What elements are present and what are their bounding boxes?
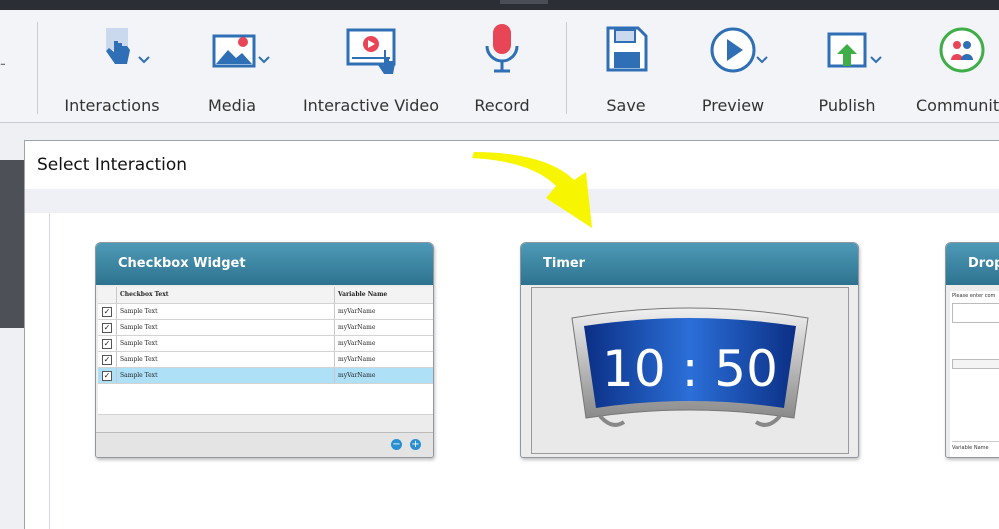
media-label: Media bbox=[207, 96, 257, 115]
timer-display-graphic: 10 : 50 bbox=[571, 307, 809, 427]
chevron-down-icon bbox=[756, 56, 768, 64]
interactions-label: Interactions bbox=[64, 96, 160, 115]
preview-button[interactable]: Preview bbox=[690, 20, 776, 120]
chevron-down-icon bbox=[870, 56, 882, 64]
gallery-left-border bbox=[49, 213, 50, 529]
annotation-arrow-icon bbox=[472, 152, 592, 228]
row-text: Sample Text bbox=[120, 308, 158, 315]
interactive-video-button[interactable]: Interactive Video bbox=[296, 20, 446, 120]
row-variable: myVarName bbox=[338, 356, 376, 363]
row-variable: myVarName bbox=[338, 308, 376, 315]
row-variable: myVarName bbox=[338, 324, 376, 331]
table-header: Checkbox Text Variable Name bbox=[98, 287, 433, 304]
publish-label: Publish bbox=[818, 96, 876, 115]
drop-footer-label: Variable Name bbox=[952, 445, 989, 451]
toolbar-separator bbox=[37, 22, 38, 114]
table-row: ✓ Sample Text myVarName bbox=[98, 320, 433, 336]
checkbox-checked-icon: ✓ bbox=[102, 339, 112, 349]
preview-label: Preview bbox=[701, 96, 765, 115]
record-label: Record bbox=[474, 96, 530, 115]
drop-divider bbox=[952, 441, 999, 442]
interactive-video-label: Interactive Video bbox=[302, 96, 440, 115]
title-bar-notch bbox=[500, 0, 548, 4]
column-header: Variable Name bbox=[338, 291, 388, 298]
row-text: Sample Text bbox=[120, 324, 158, 331]
row-text: Sample Text bbox=[120, 356, 158, 363]
timer-readout: 10 : 50 bbox=[602, 340, 778, 398]
remove-row-icon: − bbox=[391, 439, 402, 450]
row-variable: myVarName bbox=[338, 372, 376, 379]
table-row: ✓ Sample Text myVarName bbox=[98, 336, 433, 352]
left-panel-edge bbox=[0, 160, 24, 328]
window-title-bar bbox=[0, 0, 999, 10]
add-row-icon: + bbox=[410, 439, 421, 450]
publish-button[interactable]: Publish bbox=[804, 20, 890, 120]
drop-input-preview bbox=[952, 303, 999, 323]
checkbox-checked-icon: ✓ bbox=[102, 371, 112, 381]
checkbox-checked-icon: ✓ bbox=[102, 323, 112, 333]
table-row-selected: ✓ Sample Text myVarName bbox=[98, 368, 433, 384]
play-circle-icon bbox=[710, 27, 756, 73]
record-button[interactable]: Record bbox=[462, 20, 542, 120]
interactions-button[interactable]: Interactions bbox=[52, 20, 172, 120]
main-toolbar: - Interactions Media Interactive Video R… bbox=[0, 10, 999, 123]
floppy-disk-icon bbox=[606, 26, 648, 72]
timer-preview: 10 : 50 bbox=[531, 287, 849, 454]
checkbox-table: Checkbox Text Variable Name ✓ Sample Tex… bbox=[98, 287, 433, 415]
toolbar-left-overflow: - bbox=[0, 54, 6, 73]
toolbar-separator bbox=[566, 22, 567, 114]
chevron-down-icon bbox=[258, 56, 270, 64]
community-icon bbox=[939, 27, 985, 73]
table-row: ✓ Sample Text myVarName bbox=[98, 304, 433, 320]
table-empty-area bbox=[98, 384, 433, 415]
drop-down-card[interactable]: Drop Please enter com Variable Name bbox=[945, 242, 999, 458]
row-text: Sample Text bbox=[120, 340, 158, 347]
media-button[interactable]: Media bbox=[184, 20, 280, 120]
chevron-down-icon bbox=[138, 56, 150, 64]
save-button[interactable]: Save bbox=[586, 20, 666, 120]
card-title: Drop bbox=[946, 243, 999, 285]
checkbox-checked-icon: ✓ bbox=[102, 355, 112, 365]
dialog-title: Select Interaction bbox=[37, 155, 188, 175]
checkbox-checked-icon: ✓ bbox=[102, 307, 112, 317]
hand-pointer-icon bbox=[106, 28, 130, 64]
drop-card-preview: Please enter com Variable Name bbox=[950, 291, 999, 457]
drop-select-preview bbox=[952, 359, 999, 369]
interactive-video-icon bbox=[346, 28, 396, 74]
card-title: Checkbox Widget bbox=[96, 243, 433, 285]
card-footer: − + bbox=[96, 432, 433, 457]
table-row: ✓ Sample Text myVarName bbox=[98, 352, 433, 368]
checkbox-widget-card[interactable]: Checkbox Widget Checkbox Text Variable N… bbox=[95, 242, 434, 458]
card-title: Timer bbox=[521, 243, 858, 285]
timer-card[interactable]: Timer 10 : 50 bbox=[520, 242, 859, 458]
image-icon bbox=[212, 34, 256, 68]
community-label: Community bbox=[916, 96, 999, 115]
row-text: Sample Text bbox=[120, 372, 158, 379]
publish-icon bbox=[827, 32, 867, 68]
row-variable: myVarName bbox=[338, 340, 376, 347]
community-button[interactable]: Community bbox=[912, 20, 999, 120]
column-header: Checkbox Text bbox=[120, 291, 169, 298]
save-label: Save bbox=[606, 96, 646, 115]
microphone-icon bbox=[485, 24, 519, 73]
drop-prompt: Please enter com bbox=[952, 293, 996, 299]
